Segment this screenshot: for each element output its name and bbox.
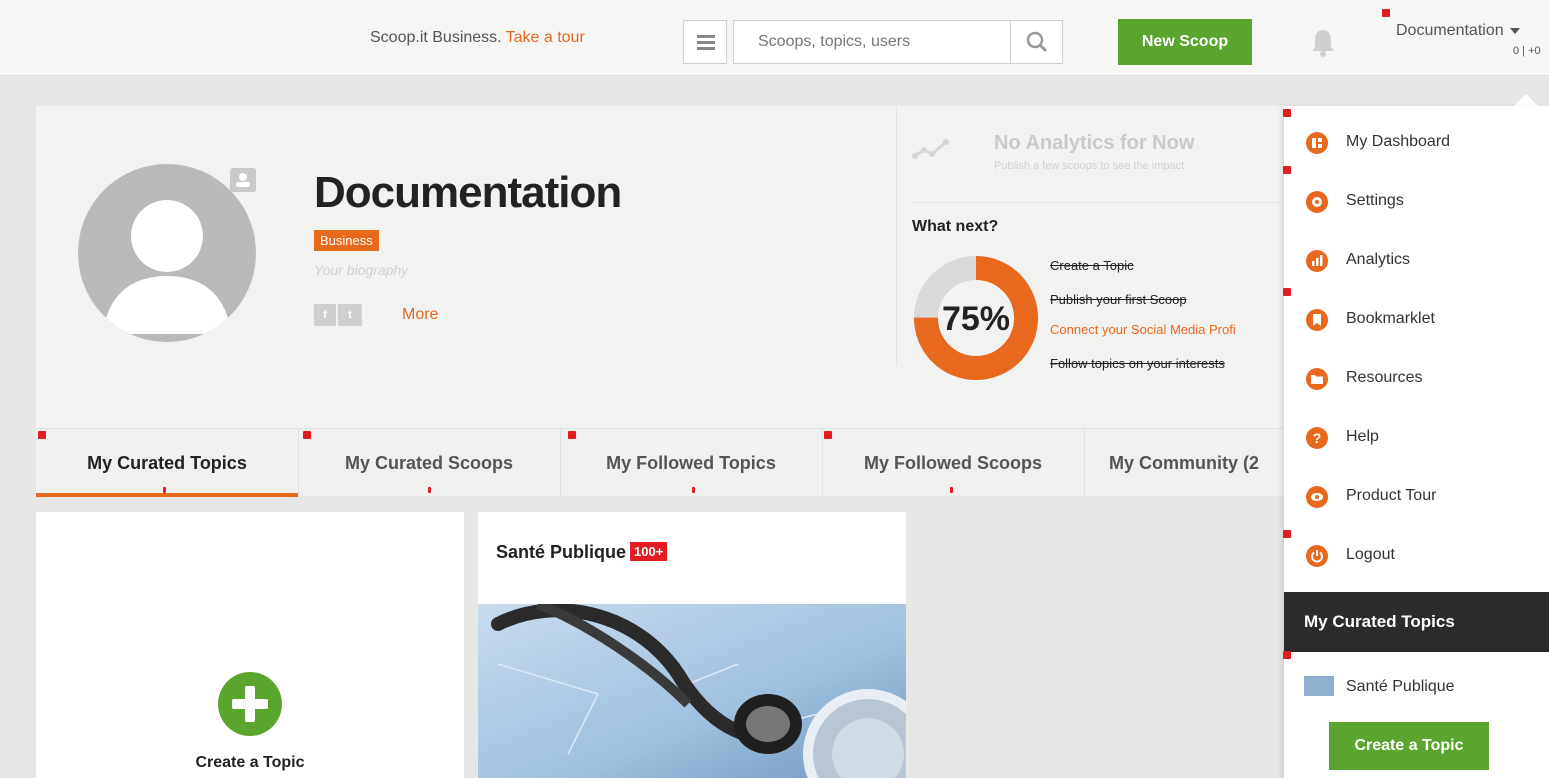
new-scoop-button[interactable]: New Scoop bbox=[1118, 19, 1252, 65]
hamburger-icon-bar bbox=[697, 47, 715, 50]
account-count: 0 | +0 bbox=[1513, 45, 1541, 57]
marker-dot bbox=[1283, 288, 1291, 296]
eye-icon bbox=[1306, 486, 1328, 508]
marker-dot bbox=[568, 431, 576, 439]
tab-my-curated-topics[interactable]: My Curated Topics bbox=[36, 429, 298, 497]
search-icon bbox=[1026, 31, 1047, 52]
account-dropdown: My Dashboard Settings Analytics Bookmark… bbox=[1284, 106, 1549, 778]
marker-tick bbox=[692, 487, 695, 493]
power-icon bbox=[1306, 545, 1328, 567]
top-bar: Scoop.it Business.Take a tour New Scoop … bbox=[0, 0, 1549, 76]
twitter-icon[interactable]: t bbox=[338, 304, 362, 326]
account-menu[interactable]: Documentation bbox=[1396, 22, 1520, 40]
marker-dot bbox=[1283, 109, 1291, 117]
menu-item-product-tour[interactable]: Product Tour bbox=[1284, 468, 1549, 527]
search-button[interactable] bbox=[1010, 21, 1062, 63]
gear-icon bbox=[1306, 191, 1328, 213]
dropdown-topic-label: Santé Publique bbox=[1346, 678, 1455, 695]
search-box bbox=[733, 20, 1063, 64]
todo-connect-social[interactable]: Connect your Social Media Profi bbox=[1050, 322, 1236, 337]
analytics-trend-icon bbox=[912, 139, 949, 159]
topic-name[interactable]: Santé Publique bbox=[496, 542, 626, 562]
marker-tick bbox=[163, 487, 166, 493]
marker-dot bbox=[303, 431, 311, 439]
folder-icon bbox=[1306, 368, 1328, 390]
marker-tick bbox=[950, 487, 953, 493]
dropdown-topic-item[interactable]: Santé Publique bbox=[1284, 662, 1549, 710]
plus-icon[interactable] bbox=[218, 672, 282, 736]
marker-dot bbox=[1283, 530, 1291, 538]
dropdown-arrow bbox=[1514, 94, 1538, 106]
analytics-icon bbox=[1306, 250, 1328, 272]
menu-item-help[interactable]: ? Help bbox=[1284, 409, 1549, 468]
menu-item-analytics[interactable]: Analytics bbox=[1284, 232, 1549, 291]
dropdown-section-title: My Curated Topics bbox=[1284, 592, 1549, 652]
menu-button[interactable] bbox=[683, 20, 727, 64]
tab-my-followed-scoops[interactable]: My Followed Scoops bbox=[822, 429, 1084, 497]
menu-item-my-dashboard[interactable]: My Dashboard bbox=[1284, 114, 1549, 173]
marker-dot bbox=[1382, 9, 1390, 17]
create-topic-label[interactable]: Create a Topic bbox=[36, 754, 464, 772]
menu-item-label: Bookmarklet bbox=[1346, 310, 1435, 327]
topic-title: Santé Publique 100+ bbox=[496, 542, 668, 563]
facebook-icon[interactable]: f bbox=[314, 304, 336, 326]
menu-item-label: Resources bbox=[1346, 369, 1423, 386]
progress-donut: 75% bbox=[914, 256, 1038, 380]
more-link[interactable]: More bbox=[402, 306, 438, 324]
scoop-count-badge: 100+ bbox=[630, 542, 668, 561]
topic-card[interactable]: Santé Publique 100+ bbox=[478, 512, 906, 778]
todo-follow-topics[interactable]: Follow topics on your interests bbox=[1050, 356, 1225, 371]
menu-item-label: Help bbox=[1346, 428, 1379, 445]
what-next-title: What next? bbox=[912, 218, 999, 235]
menu-item-bookmarklet[interactable]: Bookmarklet bbox=[1284, 291, 1549, 350]
hamburger-icon-bar bbox=[697, 35, 715, 38]
search-input[interactable] bbox=[734, 21, 1009, 63]
tab-my-followed-topics[interactable]: My Followed Topics bbox=[560, 429, 822, 497]
menu-item-logout[interactable]: Logout bbox=[1284, 527, 1549, 586]
help-icon: ? bbox=[1306, 427, 1328, 449]
bell-icon[interactable] bbox=[1310, 27, 1336, 57]
svg-text:?: ? bbox=[1313, 430, 1322, 446]
marker-tick bbox=[428, 487, 431, 493]
chevron-down-icon bbox=[1509, 27, 1520, 34]
edit-avatar-icon[interactable] bbox=[230, 168, 256, 192]
menu-item-label: My Dashboard bbox=[1346, 133, 1451, 150]
menu-item-label: Settings bbox=[1346, 192, 1404, 209]
menu-item-label: Product Tour bbox=[1346, 487, 1437, 504]
todo-create-topic[interactable]: Create a Topic bbox=[1050, 258, 1134, 273]
marker-dot bbox=[1283, 166, 1291, 174]
todo-publish-scoop[interactable]: Publish your first Scoop bbox=[1050, 292, 1187, 307]
stethoscope-image bbox=[478, 604, 906, 778]
profile-tabs: My Curated Topics My Curated Scoops My F… bbox=[36, 428, 1298, 497]
take-a-tour-link[interactable]: Take a tour bbox=[506, 29, 585, 46]
menu-item-label: Analytics bbox=[1346, 251, 1411, 268]
topic-thumbnail bbox=[1304, 676, 1334, 696]
marker-dot bbox=[1283, 651, 1291, 659]
menu-item-label: Logout bbox=[1346, 546, 1395, 563]
promo-text: Scoop.it Business. bbox=[370, 29, 502, 46]
biography-placeholder[interactable]: Your biography bbox=[314, 262, 408, 278]
marker-dot bbox=[38, 431, 46, 439]
business-badge: Business bbox=[314, 230, 379, 251]
divider bbox=[912, 202, 1282, 203]
hamburger-icon-bar bbox=[697, 41, 715, 44]
account-name: Documentation bbox=[1396, 22, 1504, 39]
dropdown-create-topic-button[interactable]: Create a Topic bbox=[1329, 722, 1489, 770]
profile-name: Documentation bbox=[314, 168, 622, 217]
no-analytics-text: Publish a few scoops to see the impact bbox=[994, 160, 1185, 172]
no-analytics-title: No Analytics for Now bbox=[994, 132, 1195, 154]
tab-my-community[interactable]: My Community (2 bbox=[1084, 429, 1284, 497]
divider bbox=[896, 106, 897, 366]
business-promo: Scoop.it Business. Take a tour bbox=[370, 29, 585, 47]
menu-item-resources[interactable]: Resources bbox=[1284, 350, 1549, 409]
dashboard-icon bbox=[1306, 132, 1328, 154]
bookmark-icon bbox=[1306, 309, 1328, 331]
create-topic-card[interactable]: Create a Topic bbox=[36, 512, 464, 778]
progress-percent: 75% bbox=[942, 300, 1010, 338]
menu-item-settings[interactable]: Settings bbox=[1284, 173, 1549, 232]
marker-dot bbox=[824, 431, 832, 439]
